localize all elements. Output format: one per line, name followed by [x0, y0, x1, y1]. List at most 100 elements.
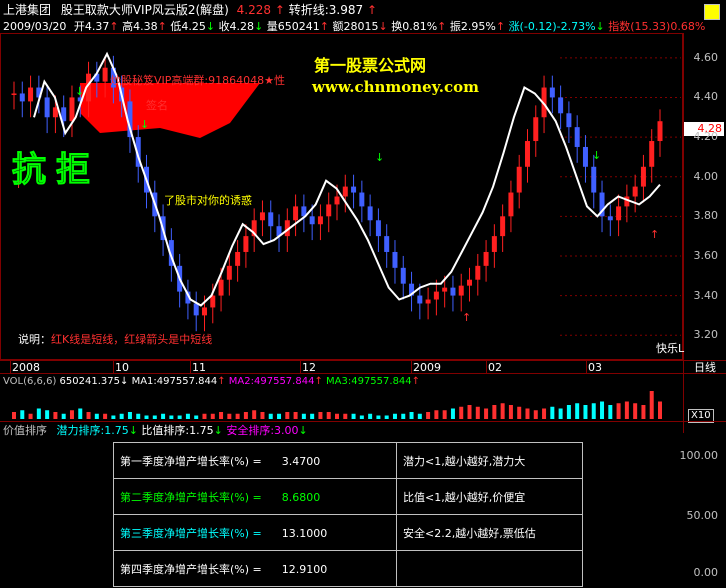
- time-tick-5: [486, 361, 487, 373]
- indicator-title[interactable]: 股王取款大师VIP风云版2(解盘): [61, 3, 229, 17]
- volume-bar-23: [202, 413, 207, 419]
- volume-bar-26: [227, 413, 232, 419]
- safety-rank: 安全排序:3.00: [226, 424, 299, 437]
- candle-body-44: [375, 220, 381, 237]
- time-label-0: 2008: [12, 361, 40, 374]
- time-axis-line: [0, 360, 726, 361]
- candle-body-70: [591, 166, 597, 193]
- volume-bar-3: [36, 408, 41, 419]
- volume-bar-13: [119, 413, 124, 419]
- volume-bar-64: [542, 408, 547, 419]
- bar-amount: 额28015: [332, 20, 379, 33]
- volume-bar-49: [417, 413, 422, 419]
- y-tick-1: 4.40: [693, 90, 719, 104]
- annotation-sign: 签名: [146, 99, 168, 112]
- fundamentals-row: 第一季度净增产增长率(%) = 3.4700 潜力<1,越小越好,潜力大: [113, 442, 583, 479]
- volume-bar-25: [219, 412, 224, 419]
- index-value: 指数(15.33)0.68%: [608, 20, 706, 33]
- volume-bar-39: [335, 413, 339, 419]
- y-tick-4: 3.80: [693, 209, 719, 223]
- candle-body-43: [367, 206, 373, 221]
- volume-bar-51: [434, 410, 439, 419]
- price-arrow: ↑: [274, 3, 285, 17]
- volume-bar-16: [144, 415, 149, 419]
- volume-bar-35: [301, 413, 306, 419]
- candle-body-38: [326, 204, 332, 217]
- candle-body-72: [607, 216, 613, 221]
- volume-bar-24: [210, 413, 215, 419]
- stock-name[interactable]: 上港集团: [3, 3, 51, 17]
- y-tick-7: 3.20: [693, 328, 719, 342]
- volume-bar-1: [20, 410, 25, 419]
- time-label-4: 2009: [413, 361, 441, 374]
- candle-body-36: [309, 216, 315, 225]
- value-title: 价值排序: [3, 424, 47, 437]
- volume-bar-29: [252, 410, 257, 419]
- volume-bar-30: [260, 412, 265, 419]
- volume-bar-78: [658, 401, 662, 419]
- volume-bar-53: [450, 408, 455, 419]
- candle-body-4: [44, 97, 50, 118]
- bar-amplitude: 振2.95%: [449, 20, 496, 33]
- fundamentals-label: 第三季度净增产增长率(%) =: [120, 526, 262, 540]
- resistance-band: [80, 83, 260, 138]
- candle-body-50: [425, 299, 431, 304]
- candle-body-61: [516, 166, 522, 193]
- volume-bar-70: [591, 403, 596, 419]
- volume-bar-10: [94, 413, 99, 419]
- y-tick-3: 4.00: [693, 169, 719, 183]
- volume-bar-48: [409, 412, 414, 419]
- safety-arrow: ↓: [298, 424, 308, 437]
- note-text: 红K线是短线，红绿箭头是中短线: [51, 333, 213, 346]
- candle-body-60: [508, 192, 514, 217]
- time-tick-2: [190, 361, 191, 373]
- fundamentals-row: 第四季度净增产增长率(%) = 12.9100: [113, 550, 583, 587]
- ratio-rank: 比值排序:1.75: [141, 424, 214, 437]
- candle-body-63: [533, 117, 539, 142]
- candle-body-58: [491, 236, 497, 252]
- candle-body-45: [384, 236, 390, 252]
- volume-chart[interactable]: [0, 388, 683, 420]
- fundamentals-value: 12.9100: [281, 562, 328, 576]
- volume-bar-54: [459, 406, 464, 419]
- potential-rank: 潜力排序:1.75: [56, 424, 129, 437]
- volume-bar-46: [392, 413, 397, 419]
- value-y-tick-2: 0.00: [693, 566, 719, 579]
- fundamentals-value: 3.4700: [281, 454, 321, 468]
- candle-body-62: [524, 141, 530, 167]
- signal-arrow-5: ↑: [650, 228, 659, 241]
- candle-body-65: [549, 87, 555, 98]
- candle-body-46: [392, 251, 398, 268]
- candle-body-59: [500, 216, 506, 237]
- bar-volume: 量650241: [266, 20, 320, 33]
- candle-body-26: [226, 265, 232, 280]
- settings-icon[interactable]: [704, 4, 720, 20]
- bar-high: 高4.38: [122, 20, 158, 33]
- chart-note: 说明：红K线是短线，红绿箭头是中短线: [18, 333, 212, 346]
- volume-bar-52: [442, 410, 447, 419]
- candle-body-69: [582, 146, 588, 167]
- fundamentals-label-cell: 第二季度净增产增长率(%) = 8.6800: [113, 478, 397, 515]
- candle-body-52: [442, 287, 448, 292]
- bar-change: 涨(-0.12)-2.73%: [508, 20, 596, 33]
- volume-bar-21: [185, 413, 190, 419]
- bar-low: 低4.25: [170, 20, 206, 33]
- time-tick-4: [411, 361, 412, 373]
- vol-ma1: MA1:497557.844: [131, 376, 218, 387]
- volume-bar-57: [484, 408, 489, 419]
- candle-body-56: [475, 265, 481, 280]
- turn-line: 转折线:3.987: [288, 3, 364, 17]
- watermark-url: www.chnmoney.com: [312, 78, 479, 96]
- candle-body-47: [400, 267, 406, 284]
- volume-bar-41: [351, 413, 356, 419]
- fundamentals-row: 第三季度净增产增长率(%) = 13.1000 安全<2.2,越小越好,票低估: [113, 514, 583, 551]
- candle-body-57: [483, 251, 489, 266]
- candle-body-24: [210, 295, 216, 308]
- y-tick-6: 3.40: [693, 288, 719, 302]
- signal-arrow-2: ↓: [375, 151, 384, 164]
- candle-body-7: [69, 97, 75, 122]
- volume-bar-47: [401, 413, 406, 419]
- time-label-6: 03: [588, 361, 602, 374]
- bar-turnover: 换0.81%: [391, 20, 438, 33]
- volume-bar-32: [277, 413, 282, 419]
